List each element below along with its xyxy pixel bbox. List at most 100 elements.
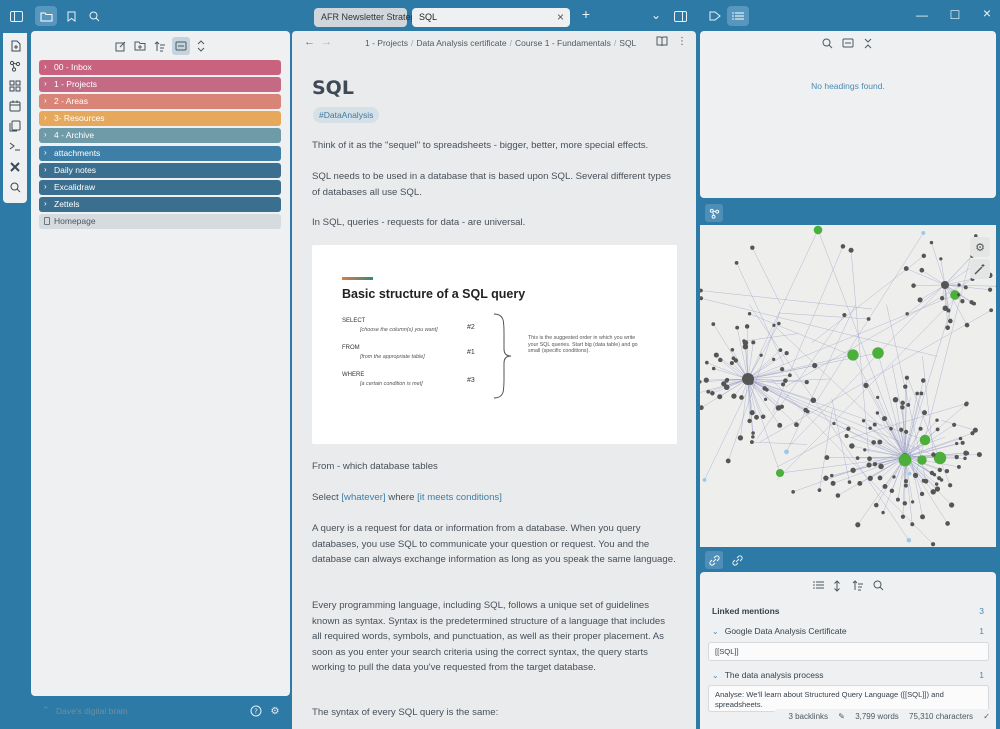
graph-node[interactable] [830, 480, 836, 486]
sort-icon[interactable] [151, 37, 169, 55]
status-backlinks[interactable]: 3 backlinks [788, 712, 828, 721]
folder-item[interactable]: › 2 - Areas [39, 94, 281, 110]
show-more-context-icon[interactable] [833, 580, 841, 595]
graph-node[interactable] [731, 356, 736, 361]
graph-node[interactable] [965, 451, 970, 456]
graph-node[interactable] [987, 287, 993, 292]
graph-node[interactable] [775, 468, 785, 478]
graph-node[interactable] [930, 489, 936, 495]
graph-node[interactable] [908, 471, 912, 476]
graph-node[interactable] [910, 522, 915, 527]
graph-node[interactable] [919, 267, 925, 273]
new-tab-button[interactable]: + [576, 6, 596, 22]
backlinks-tab-icon[interactable] [705, 551, 723, 569]
graph-node[interactable] [777, 422, 783, 428]
folder-item[interactable]: › Daily notes [39, 162, 281, 178]
graph-node[interactable] [900, 400, 905, 406]
graph-node[interactable] [700, 405, 704, 411]
ribbon-search-icon[interactable] [7, 179, 23, 195]
graph-node[interactable] [784, 351, 789, 356]
graph-node[interactable] [794, 422, 799, 428]
graph-node[interactable] [915, 391, 919, 396]
chevron-right-icon[interactable]: › [44, 96, 47, 105]
graph-node[interactable] [889, 488, 895, 494]
graph-node[interactable] [877, 475, 883, 481]
search-icon[interactable] [83, 6, 105, 26]
graph-node[interactable] [877, 439, 883, 445]
graph-node[interactable] [954, 454, 959, 460]
graph-node[interactable] [729, 360, 734, 366]
graph-node[interactable] [742, 339, 746, 343]
graph-node[interactable] [747, 418, 752, 424]
graph-node[interactable] [751, 431, 755, 435]
graph-node[interactable] [847, 349, 859, 361]
graph-node[interactable] [850, 467, 856, 473]
file-item[interactable]: Homepage [39, 214, 281, 230]
graph-node[interactable] [949, 502, 955, 508]
graph-node[interactable] [874, 502, 879, 508]
graph-node[interactable] [734, 261, 739, 265]
graph-node[interactable] [857, 481, 863, 486]
graph-node[interactable] [846, 426, 851, 431]
graph-node[interactable] [764, 387, 769, 392]
local-graph-tab-icon[interactable] [705, 204, 723, 222]
right-sidebar-toggle-icon[interactable] [669, 6, 691, 26]
graph-node[interactable] [842, 312, 847, 318]
chevron-right-icon[interactable]: › [44, 130, 47, 139]
graph-node[interactable] [960, 299, 965, 304]
graph-node[interactable] [780, 366, 785, 372]
graph-node[interactable] [976, 452, 982, 458]
graph-node[interactable] [855, 522, 861, 528]
graph-node[interactable] [700, 288, 703, 293]
tag-pill[interactable]: #DataAnalysis [313, 107, 380, 123]
graph-node[interactable] [889, 426, 893, 431]
chevron-down-icon[interactable]: ⌄ [712, 671, 719, 680]
graph-node[interactable] [849, 443, 855, 449]
graph-node[interactable] [759, 353, 763, 357]
collapse-all-icon[interactable] [192, 37, 210, 55]
files-tab-icon[interactable] [35, 6, 57, 26]
chevron-down-icon[interactable]: ⌄ [712, 627, 719, 636]
canvas-icon[interactable] [7, 78, 23, 94]
internal-link[interactable]: [whatever] [341, 492, 385, 503]
graph-node[interactable] [749, 410, 755, 416]
graph-node[interactable] [931, 542, 936, 547]
graph-node[interactable] [830, 473, 834, 478]
breadcrumb-item[interactable]: Data Analysis certificate [416, 38, 506, 48]
graph-node[interactable] [754, 414, 759, 420]
graph-node[interactable] [871, 440, 876, 445]
graph-node[interactable] [779, 404, 785, 409]
graph-node[interactable] [751, 340, 756, 345]
graph-node[interactable] [875, 411, 880, 415]
graph-node[interactable] [725, 458, 731, 464]
graph-node[interactable] [749, 440, 754, 444]
outline-collapse-icon[interactable] [863, 38, 873, 52]
graph-node[interactable] [750, 245, 755, 250]
new-note-icon[interactable] [111, 37, 129, 55]
auto-reveal-icon[interactable] [172, 37, 190, 55]
graph-node[interactable] [957, 293, 961, 297]
graph-node[interactable] [710, 390, 715, 396]
backlink-source[interactable]: ⌄ The data analysis process [712, 670, 823, 680]
backlink-source[interactable]: ⌄ Google Data Analysis Certificate [712, 626, 847, 636]
graph-node[interactable] [783, 378, 788, 383]
graph-node[interactable] [778, 348, 783, 352]
graph-node[interactable] [881, 510, 885, 515]
chevron-right-icon[interactable]: › [44, 113, 47, 122]
graph-node[interactable] [711, 322, 716, 326]
graph-node[interactable] [919, 434, 931, 446]
settings-gear-icon[interactable]: ⚙ [268, 704, 282, 718]
graph-node[interactable] [956, 464, 961, 469]
graph-node[interactable] [847, 480, 852, 484]
graph-node[interactable] [735, 325, 740, 330]
graph-node[interactable] [751, 435, 755, 439]
graph-node[interactable] [737, 435, 744, 441]
graph-node[interactable] [939, 257, 943, 261]
collapse-results-icon[interactable] [813, 580, 824, 593]
graph-node[interactable] [932, 472, 937, 477]
graph-node[interactable] [963, 285, 968, 290]
sync-status-icon[interactable]: ✓ [983, 712, 990, 721]
folder-item[interactable]: › Zettels [39, 196, 281, 212]
chevron-right-icon[interactable]: › [44, 62, 47, 71]
graph-settings-gear-icon[interactable]: ⚙ [970, 237, 990, 257]
